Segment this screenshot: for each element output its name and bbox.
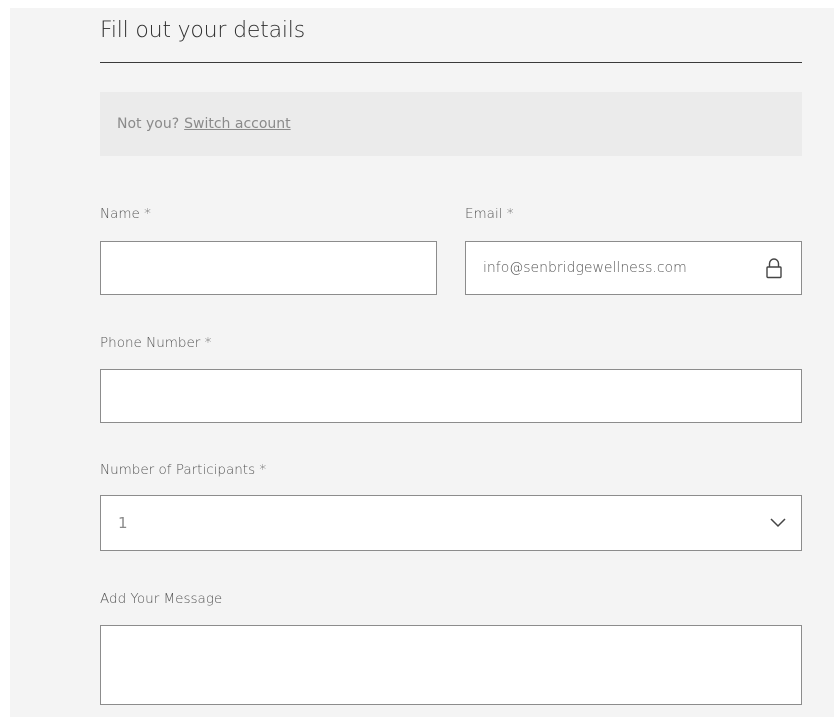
participants-select[interactable]: 1 <box>100 495 802 551</box>
message-label: Add Your Message <box>100 591 223 607</box>
email-label: Email * <box>465 206 514 222</box>
name-label: Name * <box>100 206 151 222</box>
email-field: info@senbridgewellness.com <box>465 241 802 295</box>
title-divider <box>100 62 802 63</box>
phone-field-box <box>100 369 802 423</box>
switch-account-link[interactable]: Switch account <box>184 116 291 132</box>
form-title: Fill out your details <box>100 18 305 43</box>
account-notice: Not you? Switch account <box>100 92 802 156</box>
not-you-text: Not you? <box>117 116 180 132</box>
email-value: info@senbridgewellness.com <box>483 260 687 276</box>
chevron-down-icon <box>770 518 786 528</box>
name-field-box <box>100 241 437 295</box>
name-input[interactable] <box>101 242 436 294</box>
phone-label: Phone Number * <box>100 335 212 351</box>
participants-selected-value: 1 <box>118 514 128 532</box>
lock-icon <box>766 258 782 279</box>
details-form-panel: Fill out your details Not you? Switch ac… <box>10 8 834 717</box>
message-input[interactable] <box>101 626 801 704</box>
phone-input[interactable] <box>101 370 801 422</box>
message-field-box <box>100 625 802 705</box>
participants-label: Number of Participants * <box>100 462 267 478</box>
